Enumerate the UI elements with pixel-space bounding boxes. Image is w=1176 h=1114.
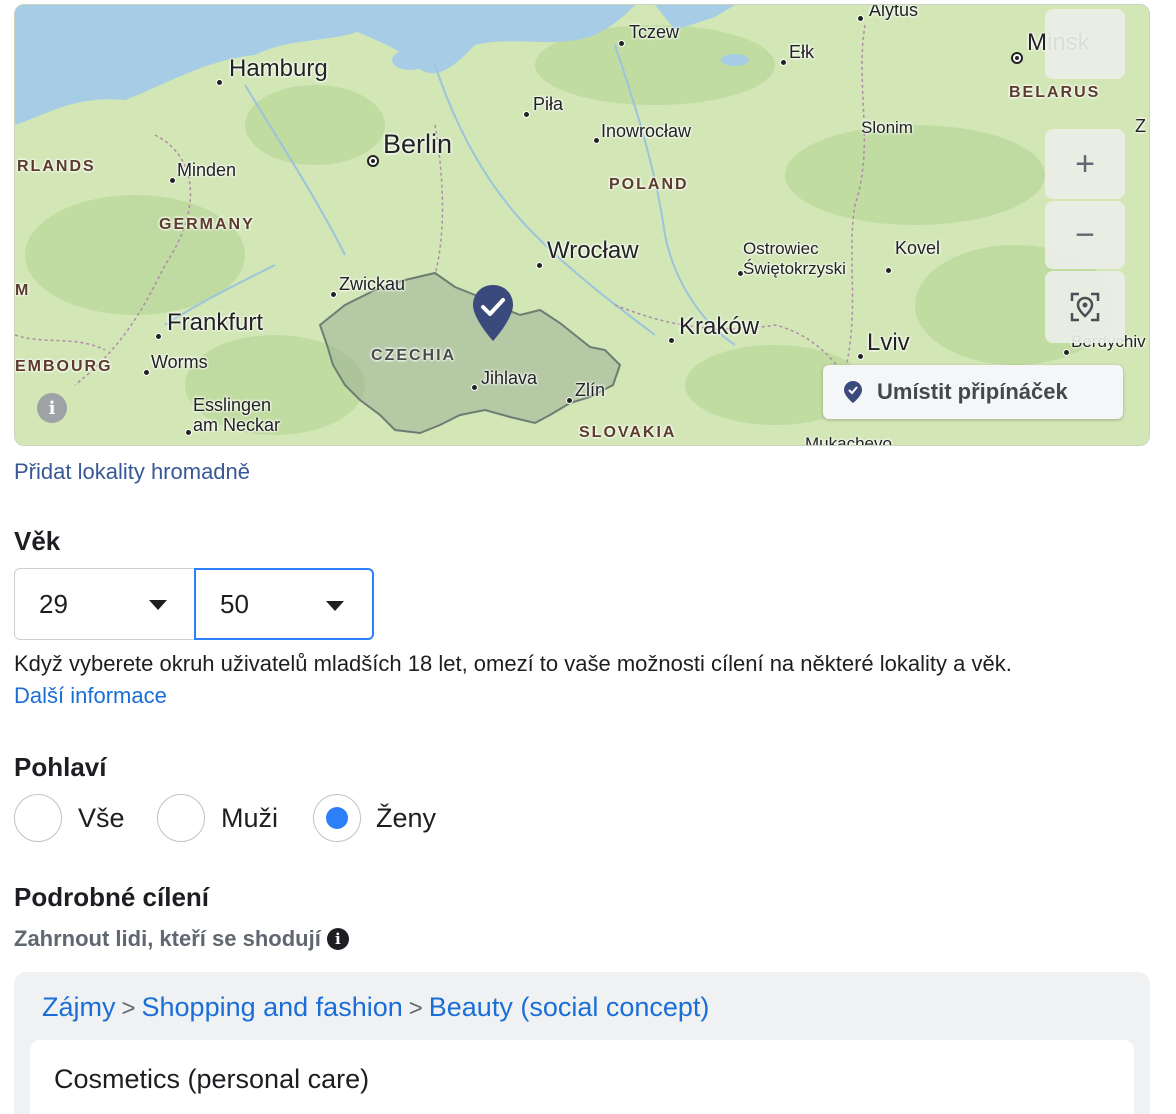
breadcrumb-shopping[interactable]: Shopping and fashion [142, 992, 403, 1022]
map-label-frankfurt: Frankfurt [167, 309, 264, 336]
chevron-down-icon [326, 601, 344, 611]
targeting-item-label: Cosmetics (personal care) [54, 1064, 370, 1094]
map-label-z-edge: Z [1135, 116, 1146, 136]
map-label-lviv: Lviv [867, 329, 910, 356]
map-city-dot [885, 267, 892, 274]
locate-pin-icon [1070, 292, 1100, 322]
targeting-item[interactable]: Cosmetics (personal care) [30, 1040, 1134, 1114]
map-label-czechia: CZECHIA [371, 347, 457, 364]
targeting-breadcrumb: Zájmy > Shopping and fashion > Beauty (socia… [42, 992, 709, 1023]
map-label-zwickau: Zwickau [339, 274, 406, 294]
zoom-in-button[interactable]: + [1045, 129, 1125, 199]
map-label-pila: Piła [533, 94, 564, 114]
map-label-poland: POLAND [609, 176, 689, 193]
map-label-slonim: Slonim [861, 118, 913, 137]
map-city-dot [169, 177, 176, 184]
location-pin-icon[interactable] [471, 283, 515, 343]
map-city-dot [523, 111, 530, 118]
age-min-select[interactable]: 29 [14, 568, 196, 640]
pin-check-icon [844, 381, 862, 403]
map-label-netherlands: RLANDS [17, 158, 96, 175]
gender-label-all[interactable]: Vše [78, 803, 125, 834]
map-label-germany: GERMANY [159, 216, 255, 233]
map-city-dot [185, 429, 192, 436]
gender-radio-women[interactable] [313, 794, 361, 842]
breadcrumb-separator: > [121, 995, 136, 1022]
place-pin-label: Umístit připínáček [877, 379, 1068, 404]
map-info-icon[interactable]: i [37, 393, 67, 423]
targeting-box: Zájmy > Shopping and fashion > Beauty (socia… [14, 972, 1150, 1114]
subtitle-text: Zahrnout lidi, kteří se shodují [14, 926, 321, 951]
map-city-dot [155, 333, 162, 340]
map-city-dot [668, 337, 675, 344]
age-title: Věk [14, 526, 61, 556]
map-label-jihlava: Jihlava [481, 368, 538, 388]
place-pin-button[interactable]: Umístit připínáček [823, 365, 1123, 419]
breadcrumb-beauty[interactable]: Beauty (social concept) [429, 992, 710, 1022]
gender-radio-all[interactable] [14, 794, 62, 842]
map-city-dot [857, 353, 864, 360]
map-city-dot [536, 262, 543, 269]
map-label-inowroclaw: Inowrocław [601, 121, 692, 141]
map-label-wroclaw: Wrocław [547, 237, 639, 264]
map-label-mukachevo: Mukachevo [805, 434, 892, 446]
map-label-esslingen: Esslingen am Neckar [193, 395, 281, 435]
map-label-m-edge: M [15, 282, 31, 299]
map-fullscreen-button[interactable] [1045, 9, 1125, 79]
map-city-dot [857, 15, 864, 22]
gender-label-women[interactable]: Ženy [376, 803, 436, 834]
map-label-kovel: Kovel [895, 238, 941, 258]
map-city-dot [330, 291, 337, 298]
zoom-out-button[interactable]: − [1045, 201, 1125, 269]
age-hint-text: Když vyberete okruh uživatelů mladších 1… [14, 651, 1012, 676]
map-label-slovakia: SLOVAKIA [579, 424, 677, 441]
map-label-worms: Worms [151, 352, 208, 372]
map-label-alytus: Alytus [869, 4, 919, 20]
gender-radio-men[interactable] [157, 794, 205, 842]
map-city-dot [1063, 349, 1070, 356]
detailed-targeting-subtitle: Zahrnout lidi, kteří se shodují i [14, 926, 349, 952]
map-label-ostrowiec: Ostrowiec Świętokrzyski [743, 239, 846, 278]
map-city-dot [471, 384, 478, 391]
map-city-dot [143, 369, 150, 376]
breadcrumb-interests[interactable]: Zájmy [42, 992, 116, 1022]
map-city-dot [593, 137, 600, 144]
more-info-link[interactable]: Další informace [14, 683, 167, 709]
map-label-krakow: Kraków [679, 313, 760, 340]
map-label-berlin: Berlin [383, 129, 453, 159]
map-label-elk: Ełk [789, 42, 815, 62]
location-map[interactable]: Alytus Tczew Minsk BELARUS Hamburg Ełk P… [14, 4, 1150, 446]
map-label-tczew: Tczew [629, 22, 680, 42]
bulk-locations-link[interactable]: Přidat lokality hromadně [14, 459, 250, 485]
chevron-down-icon [149, 600, 167, 610]
map-label-hamburg: Hamburg [229, 55, 328, 82]
gender-title: Pohlaví [14, 752, 107, 782]
locate-me-button[interactable] [1045, 271, 1125, 343]
map-city-dot [618, 40, 625, 47]
info-icon[interactable]: i [326, 928, 349, 950]
age-max-value: 50 [220, 588, 249, 619]
map-city-dot [216, 79, 223, 86]
map-label-minden: Minden [177, 160, 237, 180]
gender-label-men[interactable]: Muži [221, 803, 278, 834]
detailed-targeting-title: Podrobné cílení [14, 882, 210, 912]
map-capital-dot [367, 155, 379, 167]
age-min-value: 29 [39, 588, 68, 619]
map-label-luxembourg: EMBOURG [15, 358, 113, 375]
age-max-select[interactable]: 50 [194, 568, 374, 640]
map-capital-dot [1011, 52, 1023, 64]
map-city-dot [566, 397, 573, 404]
map-label-belarus: BELARUS [1009, 84, 1101, 101]
map-city-dot [780, 59, 787, 66]
map-label-zlin: Zlín [575, 380, 606, 400]
breadcrumb-separator: > [408, 995, 423, 1022]
